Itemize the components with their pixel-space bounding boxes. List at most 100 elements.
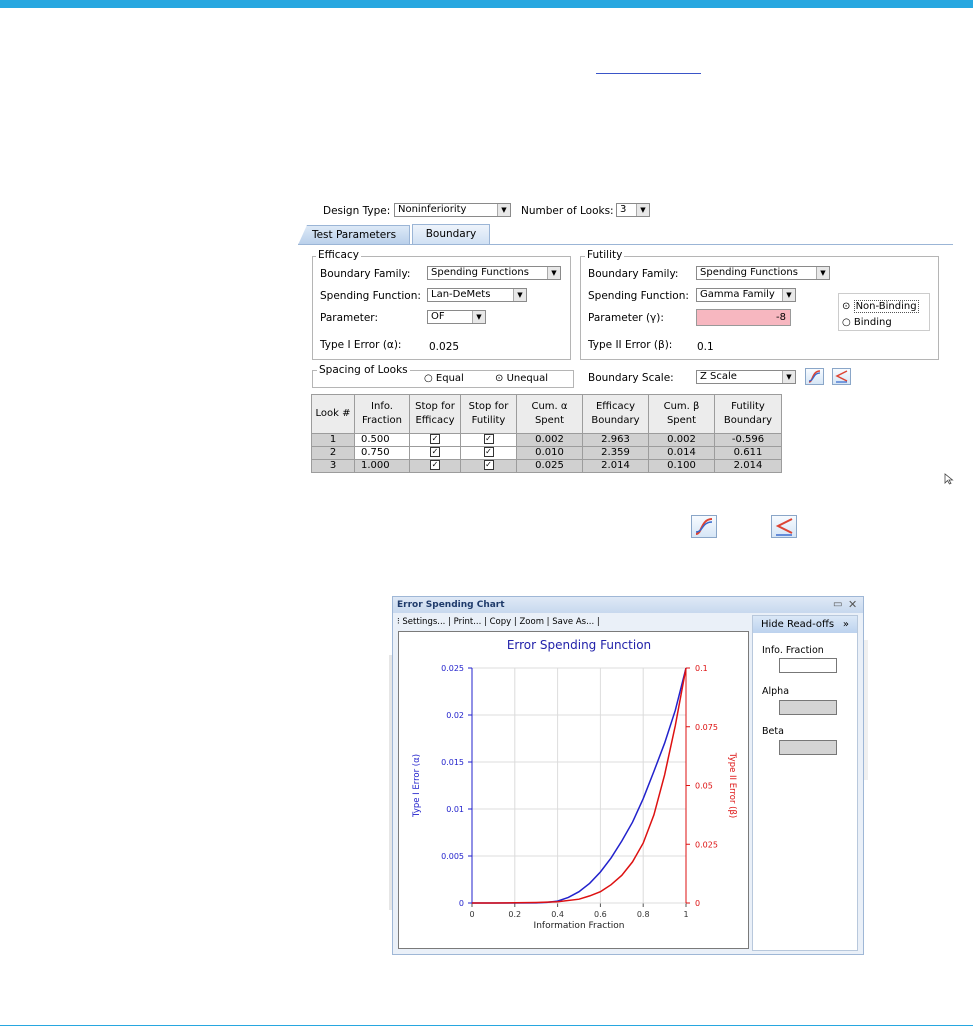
y-right-tick-label: 0	[695, 899, 700, 908]
chevron-down-icon[interactable]: ▼	[497, 204, 510, 216]
settings-button[interactable]: Settings...	[402, 617, 445, 627]
stop-efficacy-cell[interactable]: ✓	[409, 446, 461, 460]
cum-beta-cell: 0.002	[648, 433, 715, 447]
minimize-icon[interactable]: ▭	[833, 599, 842, 610]
x-tick-label: 0	[469, 910, 474, 919]
error-spending-chart-icon-button[interactable]	[691, 515, 717, 538]
design-type-select[interactable]: Noninferiority ▼	[394, 203, 511, 217]
spacing-equal-label: Equal	[435, 373, 464, 384]
chevron-down-icon[interactable]: ▼	[816, 267, 829, 279]
header-line: Spent	[534, 415, 565, 426]
non-binding-radio[interactable]: ⊙ Non-Binding	[842, 300, 919, 313]
stop-futility-cell[interactable]: ✓	[460, 433, 517, 447]
copy-button[interactable]: Copy	[490, 617, 512, 627]
header-line: Efficacy	[415, 415, 455, 426]
fut-parameter-label: Parameter (γ):	[588, 312, 664, 324]
mouse-cursor-icon	[944, 473, 954, 485]
print-button[interactable]: Print...	[454, 617, 482, 627]
table-header: Futility Boundary	[714, 394, 782, 434]
readoff-info-input[interactable]	[779, 658, 837, 673]
type2-error-value: 0.1	[697, 341, 714, 353]
close-icon[interactable]: ✕	[848, 598, 857, 611]
eff-parameter-select[interactable]: OF ▼	[427, 310, 486, 324]
header-line: Info.	[371, 401, 393, 412]
zoom-button[interactable]: Zoom	[519, 617, 544, 627]
stop-futility-cell[interactable]: ✓	[460, 446, 517, 460]
chevron-down-icon[interactable]: ▼	[782, 289, 795, 301]
y-right-tick-label: 0.1	[695, 664, 708, 673]
readoff-alpha-label: Alpha	[762, 686, 790, 697]
spacing-unequal-radio[interactable]: ⊙ Unequal	[495, 373, 548, 384]
eff-boundary-family-select[interactable]: Spending Functions ▼	[427, 266, 561, 280]
tab-boundary[interactable]: Boundary	[412, 224, 490, 245]
hyperlink-underline[interactable]	[596, 73, 701, 74]
save-as-button[interactable]: Save As...	[552, 617, 594, 627]
header-line: Cum. α	[531, 401, 568, 412]
binding-radio[interactable]: ○ Binding	[842, 317, 892, 328]
stop-efficacy-cell[interactable]: ✓	[409, 459, 461, 473]
efficacy-group-title: Efficacy	[316, 249, 361, 261]
checkbox-checked-icon[interactable]: ✓	[430, 447, 440, 457]
chart-plot-panel: Error Spending Function 0 0.2 0.4 0.6 0.8 1 0 0.…	[398, 631, 749, 949]
cum-alpha-cell: 0.025	[516, 459, 583, 473]
fut-spending-function-select[interactable]: Gamma Family ▼	[696, 288, 796, 302]
header-line: Efficacy	[595, 401, 636, 412]
efficacy-boundary-cell: 2.359	[582, 446, 649, 460]
eff-spending-function-select[interactable]: Lan-DeMets ▼	[427, 288, 527, 302]
error-spending-chart-window: Error Spending Chart ▭ ✕ ⁝ Settings... |…	[392, 596, 864, 955]
checkbox-checked-icon[interactable]: ✓	[483, 447, 494, 457]
boundary-chart-button[interactable]	[832, 368, 851, 385]
table-header: Stop for Efficacy	[409, 394, 461, 434]
radio-empty-icon: ○	[424, 373, 433, 384]
efficacy-boundary-cell: 2.014	[582, 459, 649, 473]
checkbox-checked-icon[interactable]: ✓	[483, 434, 494, 444]
fut-boundary-family-select[interactable]: Spending Functions ▼	[696, 266, 830, 280]
chart-title: Error Spending Function	[507, 638, 651, 652]
info-fraction-cell[interactable]: 0.750	[354, 446, 410, 460]
boundary-chart-icon-button[interactable]	[771, 515, 797, 538]
x-tick-label: 0.6	[594, 910, 607, 919]
eff-parameter-value: OF	[431, 311, 445, 322]
info-fraction-cell[interactable]: 0.500	[354, 433, 410, 447]
checkbox-checked-icon[interactable]: ✓	[430, 434, 440, 444]
boundary-scale-select[interactable]: Z Scale ▼	[696, 370, 796, 384]
readoff-alpha-output	[779, 700, 837, 715]
chevron-down-icon[interactable]: ▼	[513, 289, 526, 301]
stop-futility-cell[interactable]: ✓	[460, 459, 517, 473]
radio-empty-icon: ○	[842, 317, 851, 328]
header-line: Cum. β	[663, 401, 700, 412]
eff-boundary-family-label: Boundary Family:	[320, 268, 411, 280]
error-spending-chart-button[interactable]	[805, 368, 824, 385]
checkbox-checked-icon[interactable]: ✓	[483, 460, 494, 470]
design-type-value: Noninferiority	[398, 204, 467, 215]
readoff-beta-label: Beta	[762, 726, 784, 737]
hide-readoffs-button[interactable]: Hide Read-offs »	[753, 616, 857, 633]
chevron-down-icon[interactable]: ▼	[547, 267, 560, 279]
table-header-row: Look # Info. Fraction Stop for Efficacy St…	[311, 394, 782, 434]
checkbox-checked-icon[interactable]: ✓	[430, 460, 440, 470]
chevron-down-icon[interactable]: ▼	[636, 204, 649, 216]
readoff-beta-output	[779, 740, 837, 755]
spacing-group-title: Spacing of Looks	[317, 364, 410, 376]
x-axis-label: Information Fraction	[534, 921, 625, 931]
readoffs-panel: Hide Read-offs » Info. Fraction Alpha Be…	[752, 615, 858, 951]
cum-alpha-cell: 0.002	[516, 433, 583, 447]
y-right-tick-label: 0.05	[695, 782, 713, 791]
look-cell: 3	[311, 459, 355, 473]
header-line: Stop for	[415, 401, 455, 412]
tab-test-parameters[interactable]: Test Parameters	[298, 225, 410, 245]
header-line: Futility	[731, 401, 765, 412]
futility-boundary-cell: 0.611	[714, 446, 782, 460]
fut-spending-function-value: Gamma Family	[700, 289, 775, 300]
chevron-down-icon[interactable]: ▼	[472, 311, 485, 323]
table-header: Cum. β Spent	[648, 394, 715, 434]
bottom-accent-line	[0, 1025, 973, 1026]
y-left-axis-label: Type I Error (α)	[412, 754, 422, 818]
fut-parameter-input[interactable]: -8	[696, 309, 791, 326]
background-window-edge	[864, 640, 868, 780]
x-tick-label: 0.2	[508, 910, 521, 919]
spacing-equal-radio[interactable]: ○ Equal	[424, 373, 464, 384]
chevron-down-icon[interactable]: ▼	[782, 371, 795, 383]
stop-efficacy-cell[interactable]: ✓	[409, 433, 461, 447]
number-of-looks-select[interactable]: 3 ▼	[616, 203, 650, 217]
